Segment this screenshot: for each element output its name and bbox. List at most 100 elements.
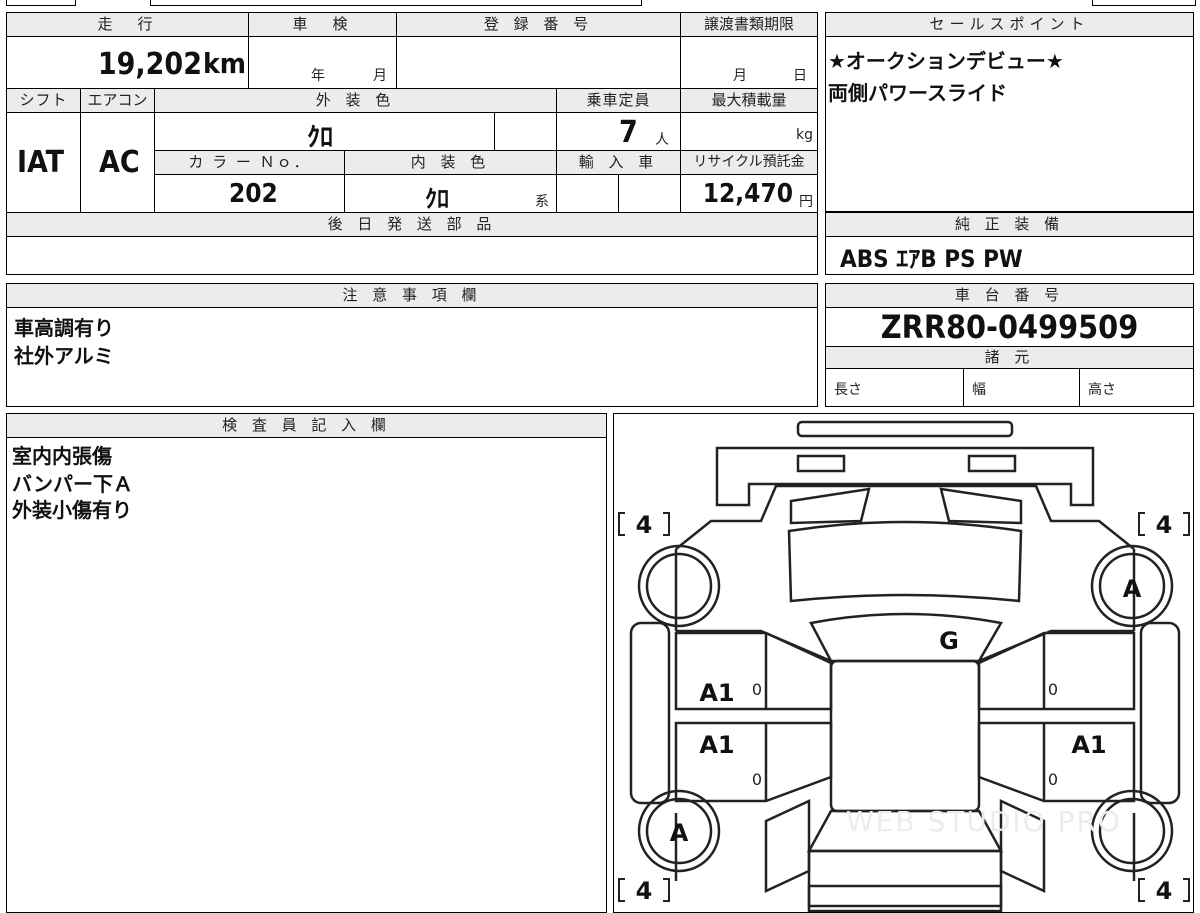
body-right-outline <box>978 549 1136 663</box>
specs-header: 諸 元 <box>826 347 1193 369</box>
headlamp-right <box>939 487 1023 525</box>
max-load-header: 最大積載量 <box>681 89 817 113</box>
color-no-cell: 202 <box>155 175 345 213</box>
mark-left-rear-door: A1 <box>699 731 734 759</box>
inspector-line: バンパー下Ａ <box>12 472 133 496</box>
wheel-front-left <box>637 544 721 628</box>
left-rear-quarter <box>764 799 811 893</box>
chassis-panel: 車 台 番 号 ZRR80-0499509 諸 元 長さ 幅 高さ <box>825 283 1194 407</box>
right-rear-door <box>977 721 1136 803</box>
import-cell-2 <box>619 175 681 213</box>
sales-point-line: 両側パワースライド <box>828 81 1007 105</box>
recycle-header: リサイクル預託金 <box>681 151 817 175</box>
exterior-color-cell: ｸﾛ <box>155 113 495 153</box>
recycle-value: 12,470 <box>702 179 793 209</box>
exterior-color-header: 外 装 色 <box>155 89 557 113</box>
car-diagram: WEB STUDIO PRO 4 4 4 4 A G A1 A1 A1 A 0 … <box>618 420 1190 912</box>
spec-height-label: 高さ <box>1088 382 1116 398</box>
hood <box>787 520 1023 603</box>
sales-points-header: セールスポイント <box>826 13 1193 37</box>
aircon-cell: AC <box>81 113 155 213</box>
watermark: WEB STUDIO PRO <box>846 805 1122 838</box>
inspector-panel: 検 査 員 記 入 欄 室内内張傷 バンパー下Ａ 外装小傷有り <box>6 413 607 913</box>
import-header: 輸 入 車 <box>557 151 681 175</box>
mileage-header: 走 行 <box>7 13 249 37</box>
main-sheet: 走 行 車 検 登 録 番 号 譲渡書類期限 19,202 km 年 月 月 日… <box>6 12 818 275</box>
note-line: 車高調有り <box>14 316 114 340</box>
mileage-cell: 19,202 km <box>7 37 249 89</box>
recycle-unit: 円 <box>799 194 813 210</box>
exterior-color-extra-cell <box>495 113 557 151</box>
sales-point-line: ★オークションデビュー★ <box>828 49 1064 73</box>
import-cell-1 <box>557 175 619 213</box>
rear-bumper <box>807 884 1003 908</box>
inspection-year-label: 年 <box>311 68 325 84</box>
transfer-month-label: 月 <box>733 68 747 84</box>
transfer-deadline-cell: 月 日 <box>681 37 817 89</box>
later-parts-header: 後 日 発 送 部 品 <box>7 213 817 237</box>
tire-rear-left: 4 <box>636 877 653 905</box>
spec-width: 幅 <box>964 369 1080 406</box>
recycle-cell: 12,470 円 <box>681 175 817 213</box>
body-front-outline <box>675 484 1135 550</box>
capacity-value: 7 <box>619 115 638 150</box>
inspector-line: 室内内張傷 <box>12 444 112 468</box>
rear-gate <box>807 849 1003 912</box>
color-no-header: カ ラ ー Ｎｏ． <box>155 151 345 175</box>
equipment-header: 純 正 装 備 <box>826 213 1193 237</box>
chassis-number: ZRR80-0499509 <box>826 308 1193 347</box>
shift-cell: IAT <box>7 113 81 213</box>
interior-color-suffix: 系 <box>535 194 549 210</box>
color-no-value: 202 <box>229 179 278 209</box>
mark-front-right-wheel: A <box>1123 575 1142 603</box>
right-fender-strip <box>1139 621 1181 805</box>
capacity-header: 乗車定員 <box>557 89 681 113</box>
mark-right-rear-door: A1 <box>1071 731 1106 759</box>
exterior-color-value: ｸﾛ <box>307 123 334 153</box>
notes-header: 注 意 事 項 欄 <box>7 284 817 308</box>
interior-color-cell: ｸﾛ 系 <box>345 175 557 213</box>
spec-width-label: 幅 <box>972 382 986 398</box>
interior-color-header: 内 装 色 <box>345 151 557 175</box>
registration-cell <box>397 37 681 89</box>
car-diagram-panel: WEB STUDIO PRO 4 4 4 4 A G A1 A1 A1 A 0 … <box>613 413 1194 913</box>
later-parts-value <box>7 237 817 274</box>
tire-front-left: 4 <box>636 511 653 539</box>
left-fender-strip <box>629 621 671 805</box>
mark-left-front-door: A1 <box>699 679 734 707</box>
body-left-outline <box>674 549 832 663</box>
spec-length: 長さ <box>826 369 964 406</box>
equipment-value: ABS ｴｱB PS PW <box>840 245 1023 273</box>
shift-value: IAT <box>17 145 65 180</box>
inspection-cell: 年 月 <box>249 37 397 89</box>
tire-front-right: 4 <box>1156 511 1173 539</box>
note-line: 社外アルミ <box>14 344 114 368</box>
front-fog-left <box>796 454 846 473</box>
interior-color-value: ｸﾛ <box>425 185 449 213</box>
windshield <box>809 612 1003 663</box>
mark-windshield: G <box>939 627 959 655</box>
spec-length-label: 長さ <box>834 382 862 398</box>
mark-small-lr: 0 <box>752 770 762 789</box>
mark-small-rr: 0 <box>1048 770 1058 789</box>
max-load-unit: kg <box>796 127 813 143</box>
mark-small-rf: 0 <box>1048 680 1058 699</box>
headlamp-left <box>789 487 871 525</box>
spec-height: 高さ <box>1080 369 1193 406</box>
front-bumper-strip <box>796 420 1014 438</box>
inspection-month-label: 月 <box>373 68 387 84</box>
mileage-value: 19,202 <box>97 47 202 82</box>
front-bumper <box>715 446 1095 507</box>
max-load-cell: kg <box>681 113 817 151</box>
roof <box>829 659 981 813</box>
inspection-header: 車 検 <box>249 13 397 37</box>
front-fog-right <box>967 454 1017 473</box>
inspector-line: 外装小傷有り <box>12 498 132 522</box>
shift-header: シフト <box>7 89 81 113</box>
aircon-value: AC <box>99 145 140 180</box>
aircon-header: エアコン <box>81 89 155 113</box>
mileage-unit: km <box>203 47 246 80</box>
equipment-panel: 純 正 装 備 ABS ｴｱB PS PW <box>825 212 1194 275</box>
chassis-header: 車 台 番 号 <box>826 284 1193 308</box>
capacity-cell: 7 人 <box>557 113 681 151</box>
